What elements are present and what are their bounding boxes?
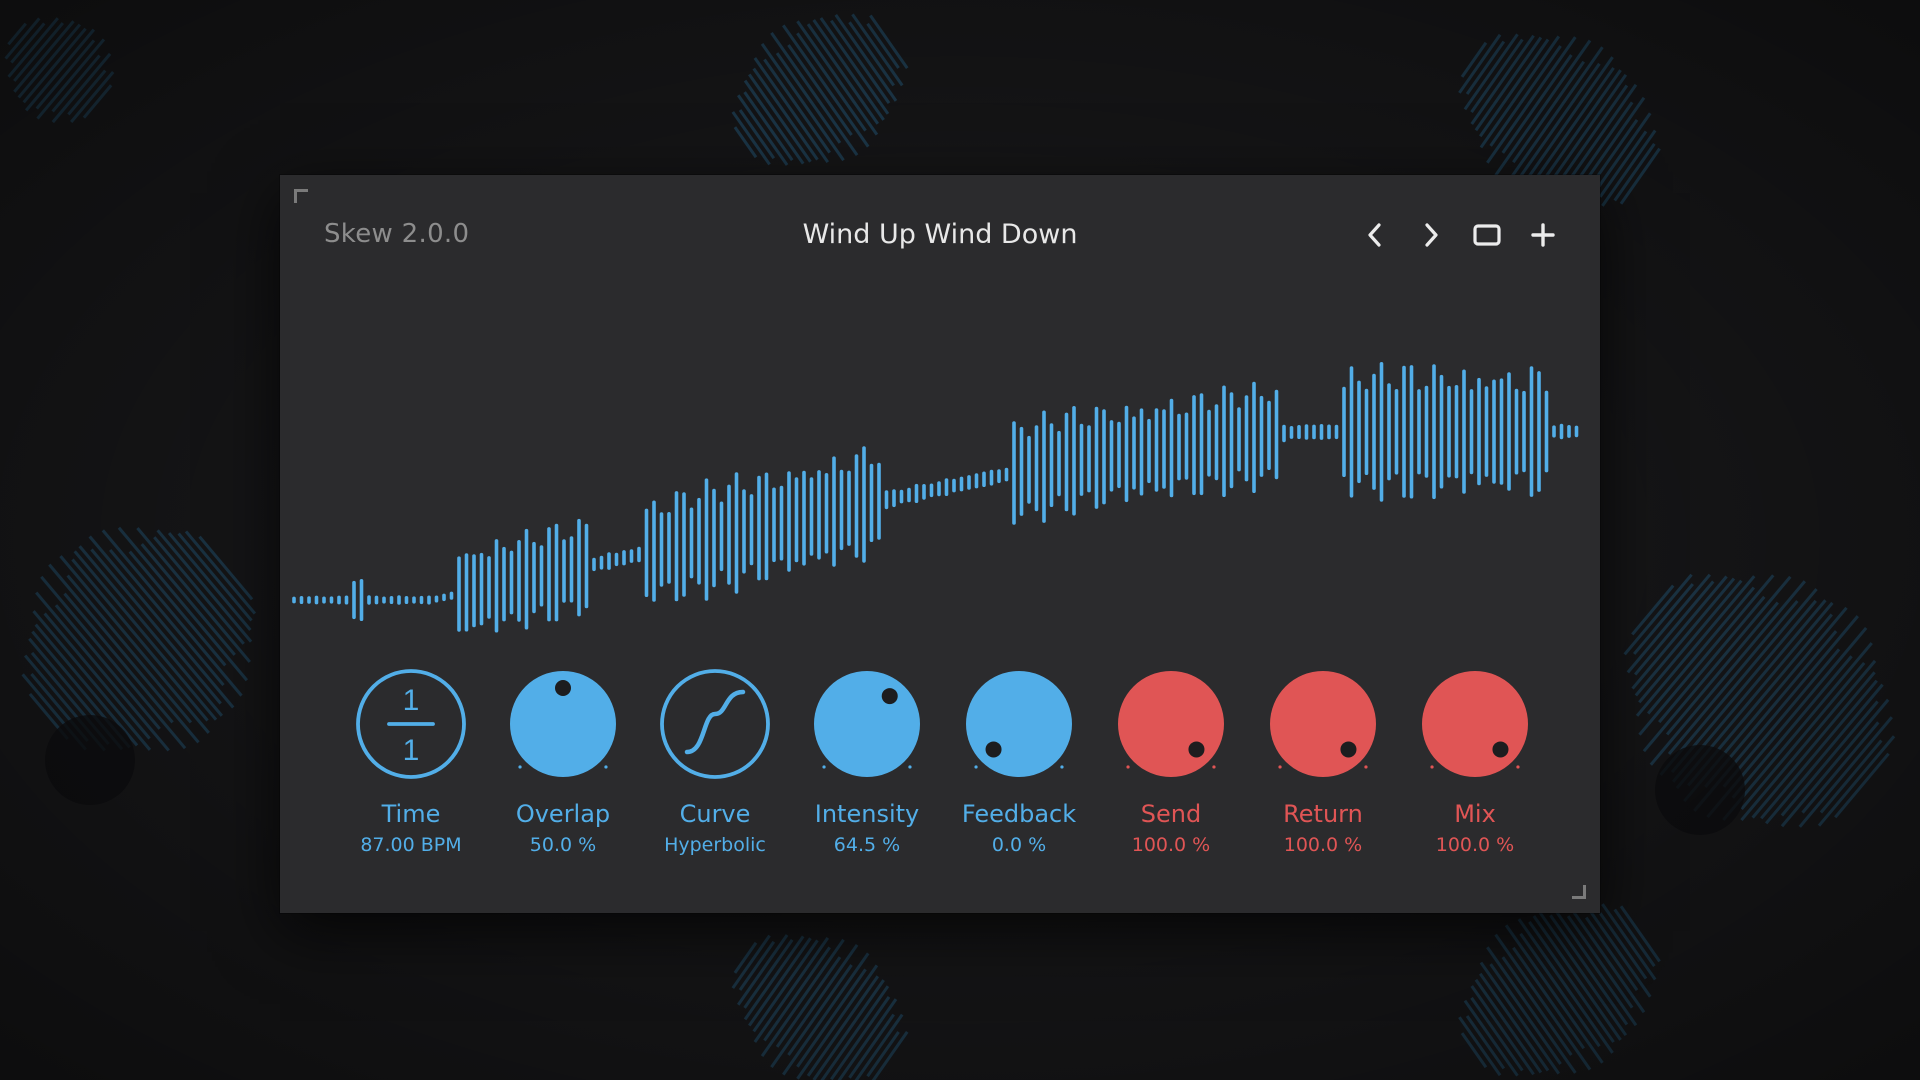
mix-value[interactable]: 100.0 % (1436, 834, 1515, 856)
knob-curve: Curve Hyperbolic (640, 662, 790, 872)
knob-feedback: Feedback 0.0 % (944, 662, 1094, 872)
knob-indicator (1188, 741, 1205, 758)
range-tick (518, 765, 522, 769)
feedback-label: Feedback (961, 800, 1077, 828)
preset-browser-button[interactable] (1466, 215, 1508, 255)
add-preset-button[interactable] (1522, 215, 1564, 255)
return-value[interactable]: 100.0 % (1284, 834, 1363, 856)
return-label: Return (1283, 800, 1363, 828)
corner-resize-handle[interactable] (1572, 885, 1586, 899)
knob-indicator (555, 680, 571, 696)
feedback-dial[interactable] (957, 662, 1081, 786)
range-tick (974, 765, 978, 769)
send-dial[interactable] (1109, 662, 1233, 786)
range-tick (1516, 765, 1520, 769)
knob-overlap: Overlap 50.0 % (488, 662, 638, 872)
curve-label: Curve (679, 800, 751, 828)
return-dial[interactable] (1261, 662, 1385, 786)
corner-resize-top-left[interactable] (294, 189, 308, 203)
knob-indicator (1492, 741, 1509, 758)
knob-indicator (1340, 741, 1357, 758)
curve-dial[interactable] (653, 662, 777, 786)
window-icon (1473, 224, 1501, 246)
send-value[interactable]: 100.0 % (1132, 834, 1211, 856)
range-tick (822, 765, 826, 769)
knob-return: Return 100.0 % (1248, 662, 1398, 872)
s-curve-icon (684, 689, 746, 755)
knob-indicator (985, 741, 1002, 758)
range-tick (908, 765, 912, 769)
knob-indicator (881, 688, 898, 705)
knob-intensity: Intensity 64.5 % (792, 662, 942, 872)
send-label: Send (1140, 800, 1202, 828)
range-tick (1126, 765, 1130, 769)
time-value[interactable]: 87.00 BPM (360, 834, 461, 856)
range-tick (1278, 765, 1282, 769)
mix-label: Mix (1454, 800, 1496, 828)
overlap-value[interactable]: 50.0 % (530, 834, 596, 856)
intensity-value[interactable]: 64.5 % (834, 834, 900, 856)
feedback-value[interactable]: 0.0 % (992, 834, 1046, 856)
plus-icon (1531, 223, 1555, 247)
preset-navigation (1354, 215, 1564, 255)
next-preset-button[interactable] (1410, 215, 1452, 255)
overlap-label: Overlap (515, 800, 611, 828)
knob-time: 1 1 Time 87.00 BPM (336, 662, 486, 872)
mix-dial[interactable] (1413, 662, 1537, 786)
range-tick (1364, 765, 1368, 769)
chevron-left-icon (1368, 223, 1381, 247)
previous-preset-button[interactable] (1354, 215, 1396, 255)
range-tick (604, 765, 608, 769)
plugin-window: Skew 2.0.0 Wind Up Wind Down 1 1 Time 87.00… (280, 175, 1600, 913)
chevron-right-icon (1425, 223, 1438, 247)
range-tick (1060, 765, 1064, 769)
knob-send: Send 100.0 % (1096, 662, 1246, 872)
waveform-display (292, 362, 1579, 633)
intensity-label: Intensity (814, 800, 920, 828)
overlap-dial[interactable] (501, 662, 625, 786)
knob-mix: Mix 100.0 % (1400, 662, 1550, 872)
intensity-dial[interactable] (805, 662, 929, 786)
range-tick (1430, 765, 1434, 769)
time-numerator: 1 (403, 684, 420, 717)
time-dial[interactable]: 11 (349, 662, 473, 786)
time-denominator: 1 (403, 734, 420, 767)
curve-value[interactable]: Hyperbolic (664, 834, 766, 856)
time-label: Time (381, 800, 441, 828)
range-tick (1212, 765, 1216, 769)
